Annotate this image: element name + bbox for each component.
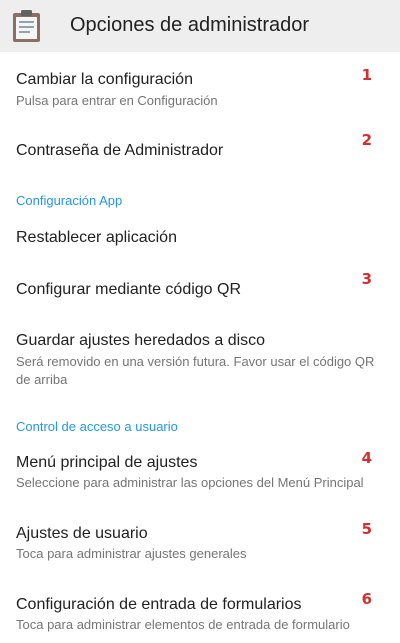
pref-main-menu-settings[interactable]: Menú principal de ajustes Seleccione par… xyxy=(0,438,400,506)
annotation-marker: 2 xyxy=(361,131,372,149)
pref-reset-app[interactable]: Restablecer aplicación xyxy=(0,212,400,262)
page-title: Opciones de administrador xyxy=(70,14,310,36)
annotation-marker: 4 xyxy=(361,449,372,467)
pref-summary: Seleccione para administrar las opciones… xyxy=(16,475,364,490)
pref-user-settings[interactable]: Ajustes de usuario Toca para administrar… xyxy=(0,510,400,580)
pref-title: Cambiar la configuración xyxy=(16,71,193,88)
pref-form-entry-settings[interactable]: Configuración de entrada de formularios … xyxy=(0,582,400,643)
annotation-marker: 3 xyxy=(361,270,372,288)
pref-summary: Será removido en una versión futura. Fav… xyxy=(16,354,375,387)
pref-change-settings[interactable]: Cambiar la configuración Pulsa para entr… xyxy=(0,52,400,118)
pref-title: Restablecer aplicación xyxy=(16,229,177,246)
pref-title: Guardar ajustes heredados a disco xyxy=(16,332,266,349)
pref-summary: Pulsa para entrar en Configuración xyxy=(16,93,218,108)
section-header-user-access: Control de acceso a usuario xyxy=(16,419,178,434)
clipboard-icon xyxy=(13,10,40,42)
annotation-marker: 5 xyxy=(361,520,372,538)
pref-summary: Toca para administrar elementos de entra… xyxy=(16,617,350,632)
pref-title: Configuración de entrada de formularios xyxy=(16,596,302,613)
pref-title: Menú principal de ajustes xyxy=(16,454,198,471)
pref-title: Ajustes de usuario xyxy=(16,525,148,542)
annotation-marker: 6 xyxy=(361,590,372,608)
pref-save-legacy-settings[interactable]: Guardar ajustes heredados a disco Será r… xyxy=(0,314,400,406)
annotation-marker: 1 xyxy=(361,66,372,84)
pref-title: Contraseña de Administrador xyxy=(16,142,224,159)
app-bar: Opciones de administrador xyxy=(0,0,400,52)
pref-summary: Toca para administrar ajustes generales xyxy=(16,546,247,561)
section-header-app-config: Configuración App xyxy=(16,193,123,208)
pref-configure-qr[interactable]: Configurar mediante código QR 3 xyxy=(0,262,400,314)
pref-admin-password[interactable]: Contraseña de Administrador 2 xyxy=(0,118,400,186)
pref-title: Configurar mediante código QR xyxy=(16,281,242,298)
